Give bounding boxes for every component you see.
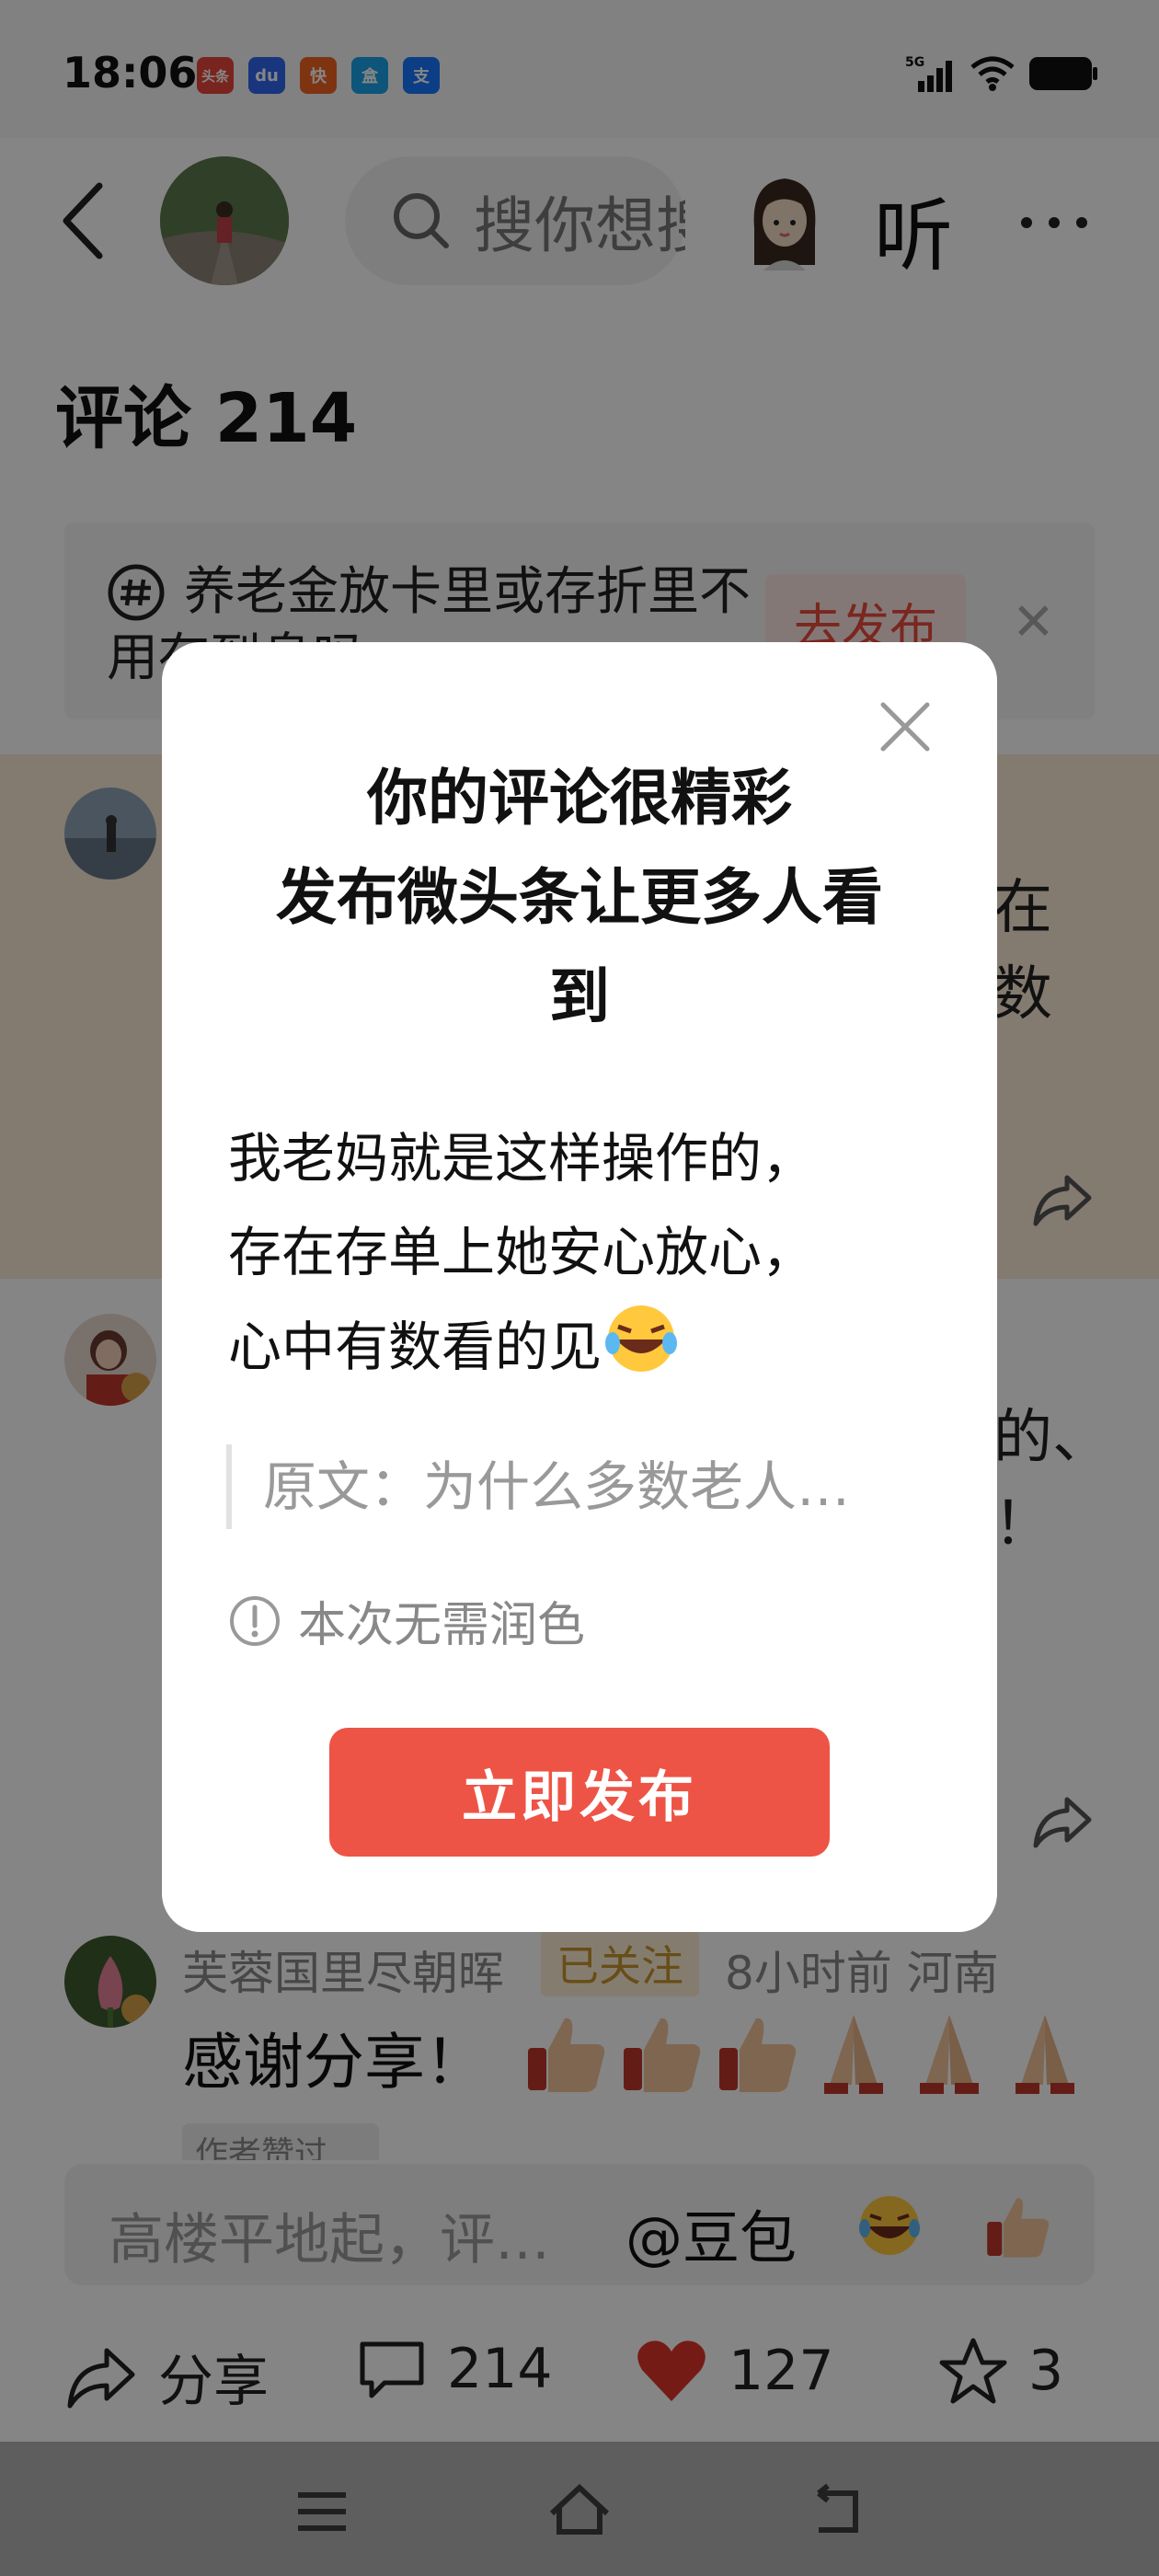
info-icon (230, 1595, 280, 1646)
nav-bar-overlay (0, 2442, 1159, 2576)
publish-dialog: 你的评论很精彩 发布微头条让更多人看 到 我老妈就是这样操作的， 存在存单上她安… (162, 642, 997, 1932)
publish-now-button[interactable]: 立即发布 (329, 1728, 830, 1857)
comment-preview: 我老妈就是这样操作的， 存在存单上她安心放心， 心中有数看的见 (228, 1127, 816, 1378)
close-icon[interactable] (878, 699, 933, 754)
original-article-quote[interactable]: 原文：为什么多数老人… (226, 1444, 907, 1529)
dialog-title: 你的评论很精彩 发布微头条让更多人看 到 (276, 763, 883, 1032)
status-bar-overlay (0, 0, 1159, 138)
laughing-emoji-icon (605, 1305, 678, 1372)
polish-hint: 本次无需润色 (228, 1586, 585, 1655)
